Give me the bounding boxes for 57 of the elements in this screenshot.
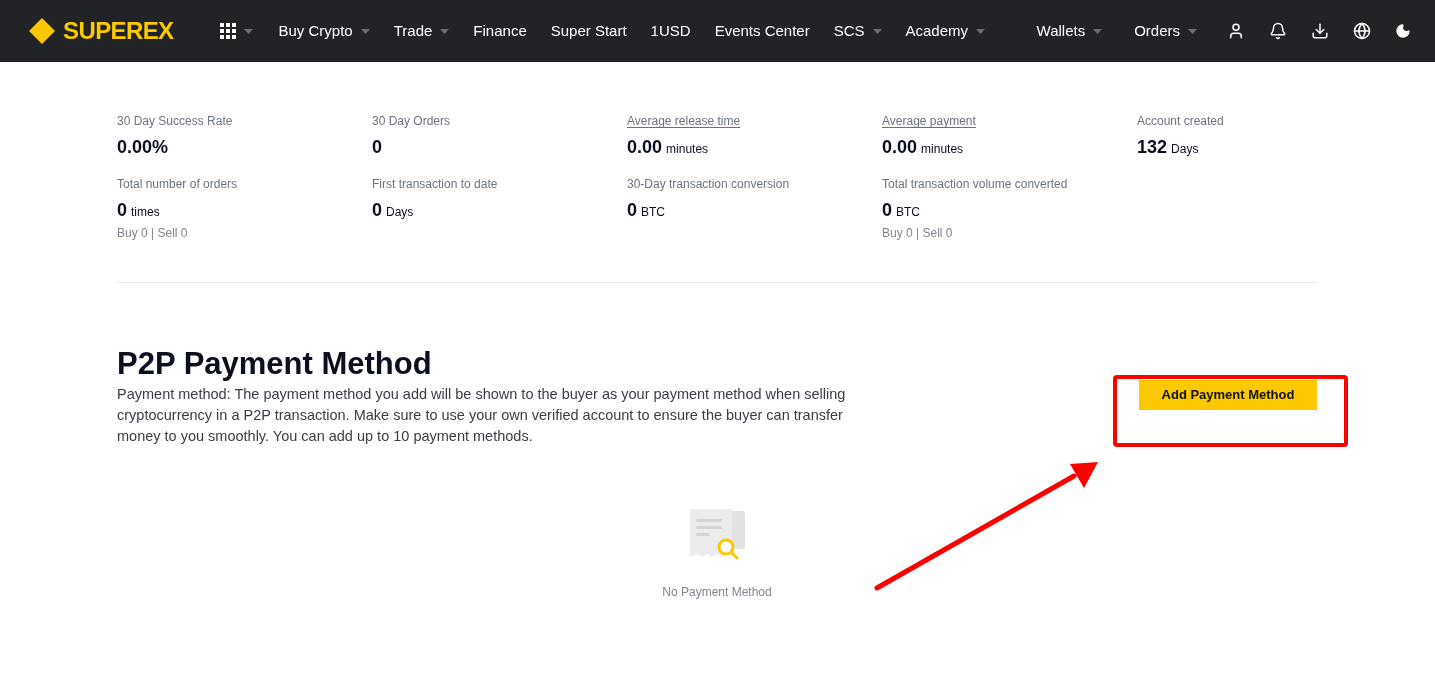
- stat-label: Total number of orders: [117, 176, 239, 193]
- apps-menu-button[interactable]: [219, 23, 253, 39]
- stat-label: First transaction to date: [372, 176, 499, 193]
- stat-value: 0.00%: [117, 136, 169, 159]
- caret-icon: [360, 28, 370, 34]
- stat-label: Average release time: [627, 113, 742, 130]
- stat-value: 0.00: [627, 136, 663, 159]
- moon-icon[interactable]: [1395, 23, 1411, 39]
- nav-item[interactable]: Orders: [1134, 19, 1197, 43]
- stat-value: 0: [117, 199, 127, 222]
- user-icon[interactable]: [1227, 22, 1245, 40]
- logo-text: SUPEREX: [63, 16, 174, 46]
- nav-item[interactable]: Buy Crypto: [278, 19, 370, 43]
- stat-breakdown: Buy 0 | Sell 0: [882, 225, 954, 242]
- caret-icon: [440, 28, 450, 34]
- caret-icon: [1093, 28, 1103, 34]
- download-icon[interactable]: [1311, 22, 1329, 40]
- stat-unit: minutes: [921, 141, 964, 158]
- stat-value: 132: [1137, 136, 1168, 159]
- stat-value: 0: [372, 136, 382, 159]
- stat-breakdown: Buy 0 | Sell 0: [117, 225, 189, 242]
- stat-value: 0: [372, 199, 382, 222]
- stat-unit: minutes: [666, 141, 709, 158]
- section-description: Payment method: The payment method you add will be shown to the buyer as your payment method when selling cryptocurrency in a P2P transaction. Make sure to use your own verified account to ensure the buyer can transfer money to you smoothly. You can add up to 10 payment methods.: [117, 384, 847, 446]
- caret-icon: [1188, 28, 1197, 34]
- stat-label: Account created: [1137, 113, 1225, 130]
- stat-label: Average payment: [882, 113, 977, 130]
- nav-item[interactable]: Finance: [473, 19, 527, 43]
- nav-item[interactable]: 1USD: [650, 19, 691, 43]
- stat-label: Total transaction volume converted: [882, 176, 1069, 193]
- nav-item[interactable]: Events Center: [714, 19, 810, 43]
- stat-label: 30-Day transaction conversion: [627, 176, 791, 193]
- grid-icon: [219, 23, 236, 39]
- section-title: P2P Payment Method: [117, 345, 433, 383]
- stat-label: 30 Day Orders: [372, 113, 452, 130]
- stat-unit: BTC: [641, 204, 665, 221]
- nav-item[interactable]: Super Start: [550, 19, 627, 43]
- stat-unit: BTC: [896, 204, 920, 221]
- stat-unit: Days: [386, 204, 414, 221]
- stat-unit: times: [131, 204, 160, 221]
- nav-item[interactable]: Academy: [905, 19, 986, 43]
- nav-item[interactable]: Wallets: [1036, 19, 1103, 43]
- stat-label: 30 Day Success Rate: [117, 113, 234, 130]
- caret-icon: [243, 28, 253, 34]
- notification-bell-icon[interactable]: [1269, 22, 1287, 40]
- nav-item[interactable]: SCS: [833, 19, 882, 43]
- stat-value: 0: [627, 199, 637, 222]
- caret-icon: [976, 28, 986, 34]
- stat-unit: Days: [1171, 141, 1199, 158]
- nav-item[interactable]: Trade: [393, 19, 450, 43]
- caret-icon: [872, 28, 882, 34]
- logo-icon: [29, 18, 55, 44]
- empty-state-text: No Payment Method: [662, 583, 772, 601]
- stat-value: 0: [882, 199, 892, 222]
- stat-value: 0.00: [882, 136, 918, 159]
- globe-icon[interactable]: [1353, 22, 1371, 40]
- add-payment-method-button[interactable]: Add Payment Method: [1139, 380, 1317, 410]
